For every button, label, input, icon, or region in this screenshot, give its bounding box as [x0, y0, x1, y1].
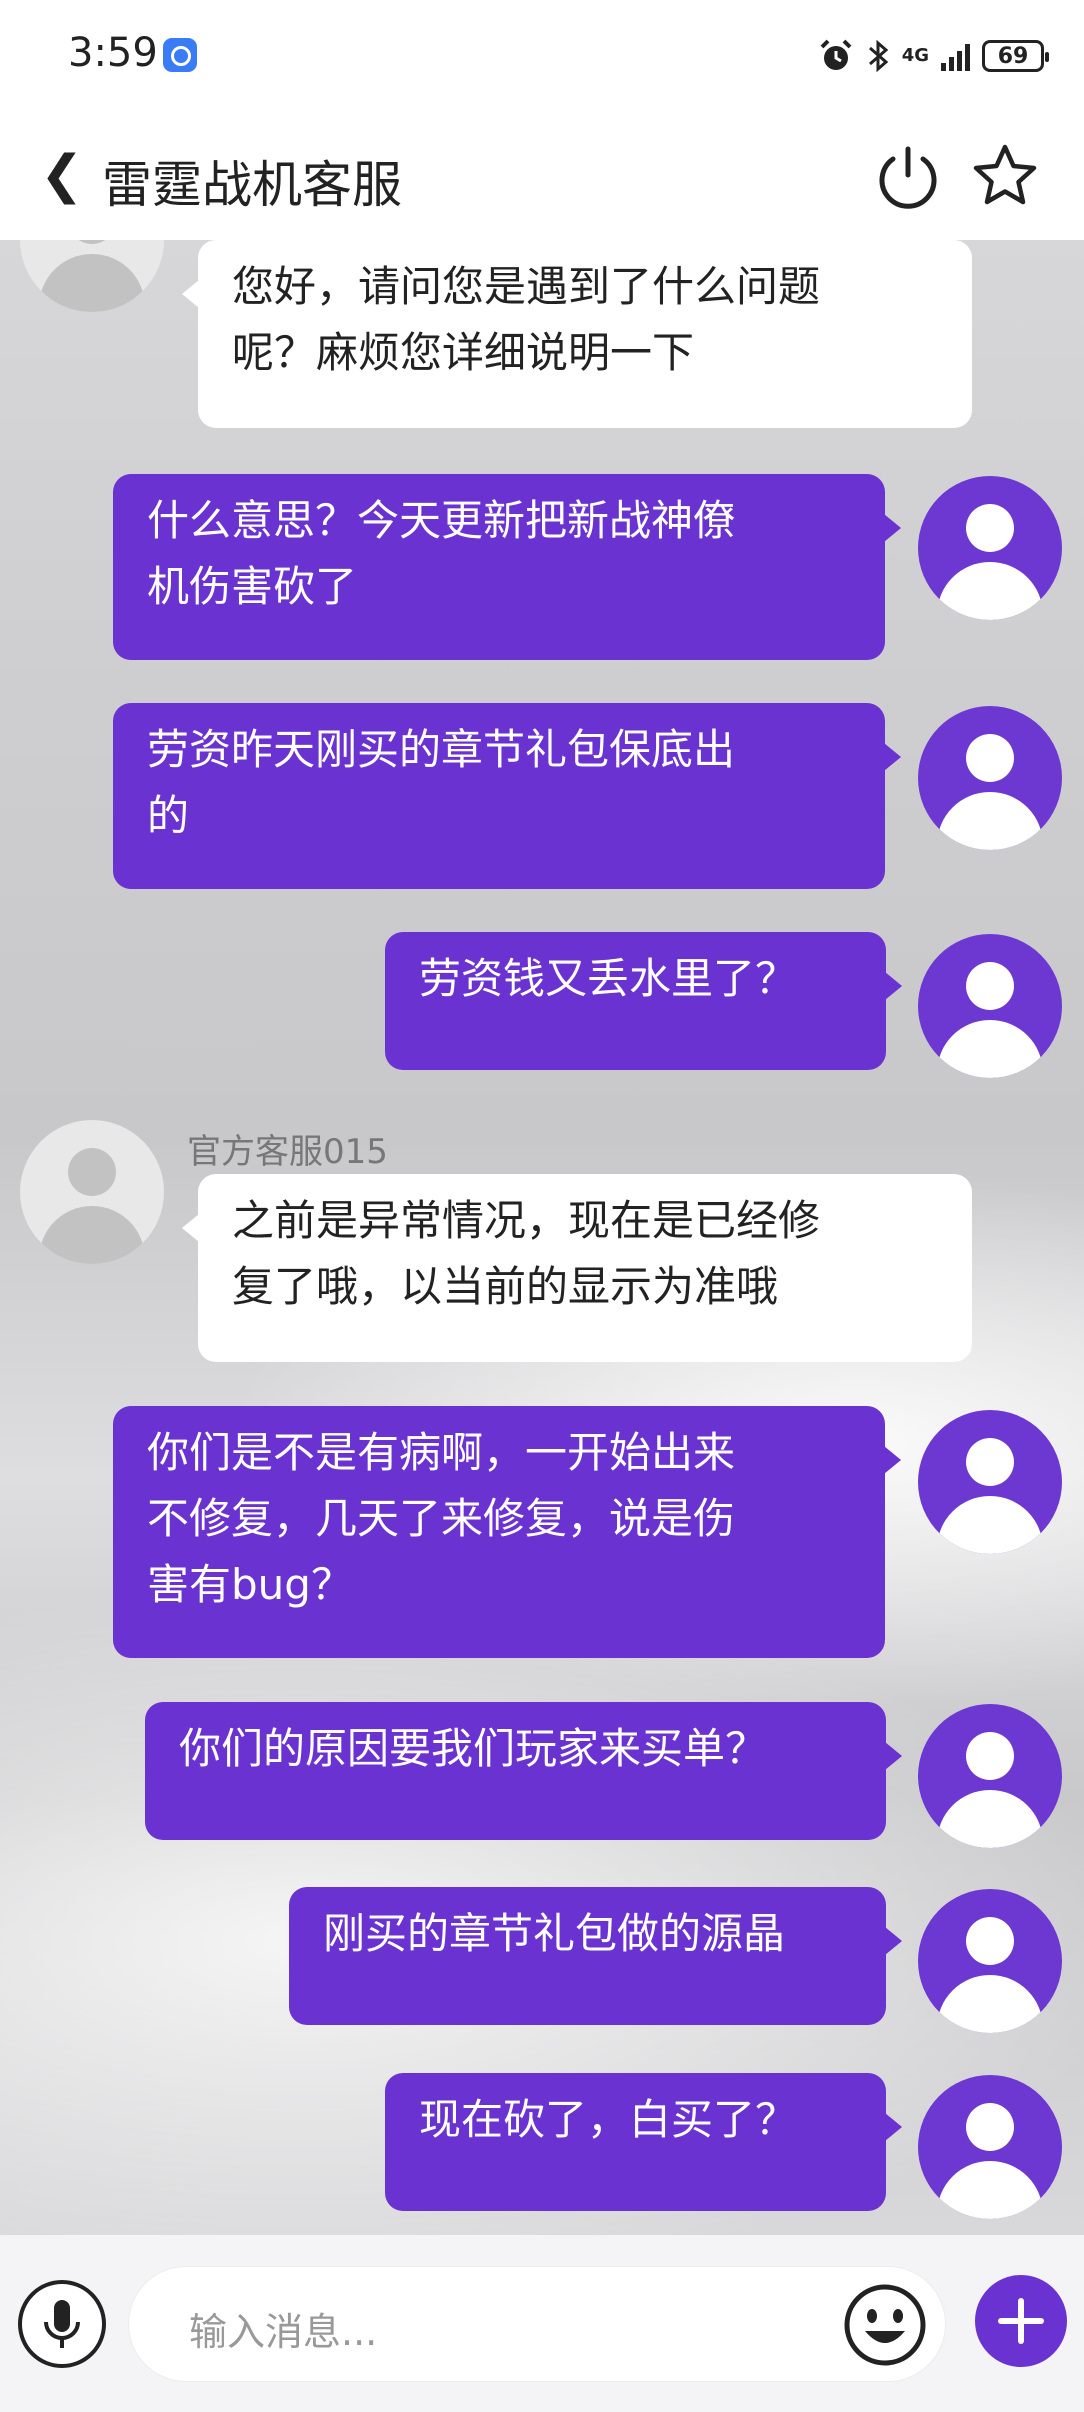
- app-notification-icon: [163, 38, 197, 72]
- user-avatar[interactable]: [918, 2075, 1062, 2219]
- message-bubble-outgoing: 你们的原因要我们玩家来买单？: [145, 1702, 902, 1840]
- voice-input-button[interactable]: [18, 2280, 106, 2368]
- message-bubble-incoming: 您好，请问您是遇到了什么问题 呢？麻烦您详细说明一下: [182, 240, 972, 428]
- message-input[interactable]: 输入消息...: [128, 2266, 946, 2382]
- message-bubble-outgoing: 劳资昨天刚买的章节礼包保底出 的: [113, 703, 901, 889]
- bluetooth-icon: [868, 39, 888, 73]
- power-icon[interactable]: [873, 141, 943, 211]
- agent-avatar[interactable]: [20, 1120, 164, 1264]
- message-list[interactable]: 您好，请问您是遇到了什么问题 呢？麻烦您详细说明一下 什么意思？今天更新把新战神…: [0, 240, 1084, 2235]
- message-input-placeholder: 输入消息...: [189, 2310, 378, 2354]
- alarm-icon: [820, 39, 852, 70]
- message-input-bar: 输入消息...: [0, 2235, 1084, 2412]
- network-type-label: 4G: [901, 45, 929, 66]
- signal-icon: [941, 41, 970, 71]
- message-bubble-outgoing: 刚买的章节礼包做的源晶: [289, 1887, 902, 2025]
- user-avatar[interactable]: [918, 1704, 1062, 1848]
- microphone-icon: [44, 2300, 80, 2348]
- battery-icon: 69: [982, 40, 1049, 72]
- user-avatar[interactable]: [918, 476, 1062, 620]
- chat-header: ❮ 雷霆战机客服: [0, 115, 1084, 240]
- user-avatar[interactable]: [918, 1410, 1062, 1554]
- user-avatar[interactable]: [918, 934, 1062, 1078]
- status-bar: 3:59 4G 69: [0, 0, 1084, 115]
- battery-level: 69: [997, 43, 1029, 69]
- emoji-icon[interactable]: [841, 2281, 929, 2369]
- sender-name: 官方客服015: [187, 1132, 388, 1172]
- status-time: 3:59: [68, 30, 158, 76]
- user-avatar[interactable]: [918, 1889, 1062, 2033]
- message-bubble-outgoing: 现在砍了，白买了？: [385, 2073, 902, 2211]
- status-icons: 4G 69: [818, 34, 1049, 78]
- back-button[interactable]: ❮: [40, 145, 84, 205]
- message-bubble-incoming: 之前是异常情况，现在是已经修 复了哦，以当前的显示为准哦: [182, 1174, 972, 1362]
- message-bubble-outgoing: 你们是不是有病啊，一开始出来 不修复，几天了来修复，说是伤 害有bug？: [113, 1406, 901, 1658]
- user-avatar[interactable]: [918, 706, 1062, 850]
- agent-avatar[interactable]: [20, 240, 164, 312]
- star-icon[interactable]: [970, 141, 1040, 211]
- add-attachment-button[interactable]: [975, 2275, 1067, 2367]
- page-title: 雷霆战机客服: [102, 156, 402, 214]
- message-bubble-outgoing: 什么意思？今天更新把新战神僚 机伤害砍了: [113, 474, 901, 660]
- message-bubble-outgoing: 劳资钱又丢水里了？: [385, 932, 902, 1070]
